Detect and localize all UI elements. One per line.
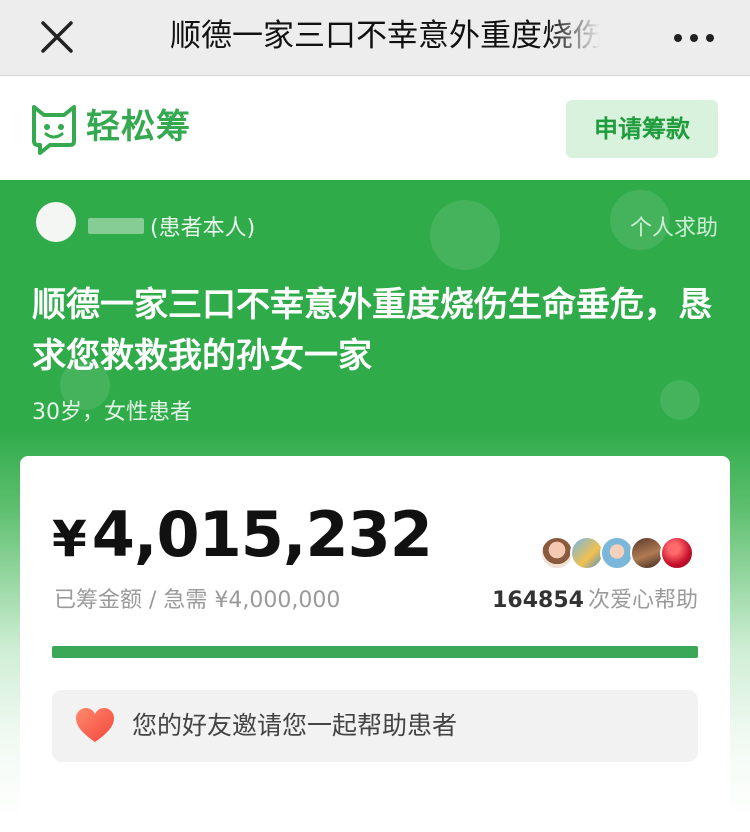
author-avatar[interactable]	[36, 202, 76, 242]
author-role: (患者本人)	[150, 216, 256, 241]
donation-summary-card: ¥4,015,232 已筹金额 / 急需 ¥4,000,000 164854 次爱…	[20, 456, 730, 818]
invite-banner[interactable]: 您的好友邀请您一起帮助患者	[52, 690, 698, 762]
brand-header: 轻松筹 申请筹款	[0, 77, 750, 180]
supporter-count: 164854 次爱心帮助	[492, 586, 698, 616]
raised-target-label: 已筹金额 / 急需 ¥4,000,000	[54, 588, 341, 613]
progress-fill	[52, 646, 698, 658]
page-title: 顺德一家三口不幸意外重度烧伤生命垂危，恳求您救救我的孙女一家	[170, 18, 600, 54]
avatar	[570, 536, 604, 570]
avatar	[540, 536, 574, 570]
raised-amount: ¥4,015,232	[52, 498, 433, 571]
campaign-title: 顺德一家三口不幸意外重度烧伤生命垂危，恳求您救救我的孙女一家	[32, 285, 712, 376]
close-icon[interactable]	[36, 16, 78, 58]
currency-symbol: ¥	[52, 510, 87, 568]
author-name-redacted	[88, 218, 144, 234]
fundraising-progress-bar	[52, 646, 698, 658]
decorative-bubble	[430, 200, 500, 270]
brand-name[interactable]: 轻松筹	[86, 104, 191, 150]
heart-icon	[76, 708, 114, 742]
supporter-count-value: 164854	[492, 588, 584, 613]
invite-text: 您的好友邀请您一起帮助患者	[132, 711, 458, 740]
supporter-count-label: 次爱心帮助	[587, 588, 698, 613]
patient-info: 30岁，女性患者	[32, 400, 192, 425]
navigation-bar: 顺德一家三口不幸意外重度烧伤生命垂危，恳求您救救我的孙女一家	[0, 0, 750, 76]
help-type-label: 个人求助	[629, 216, 718, 241]
avatar	[600, 536, 634, 570]
apply-fundraising-button[interactable]: 申请筹款	[566, 100, 718, 158]
raised-amount-value: 4,015,232	[91, 498, 433, 571]
avatar	[630, 536, 664, 570]
more-icon[interactable]	[672, 28, 716, 48]
brand-logo-icon[interactable]	[30, 103, 78, 155]
supporter-avatars[interactable]	[540, 536, 700, 572]
decorative-bubble	[660, 380, 700, 420]
avatar	[660, 536, 694, 570]
